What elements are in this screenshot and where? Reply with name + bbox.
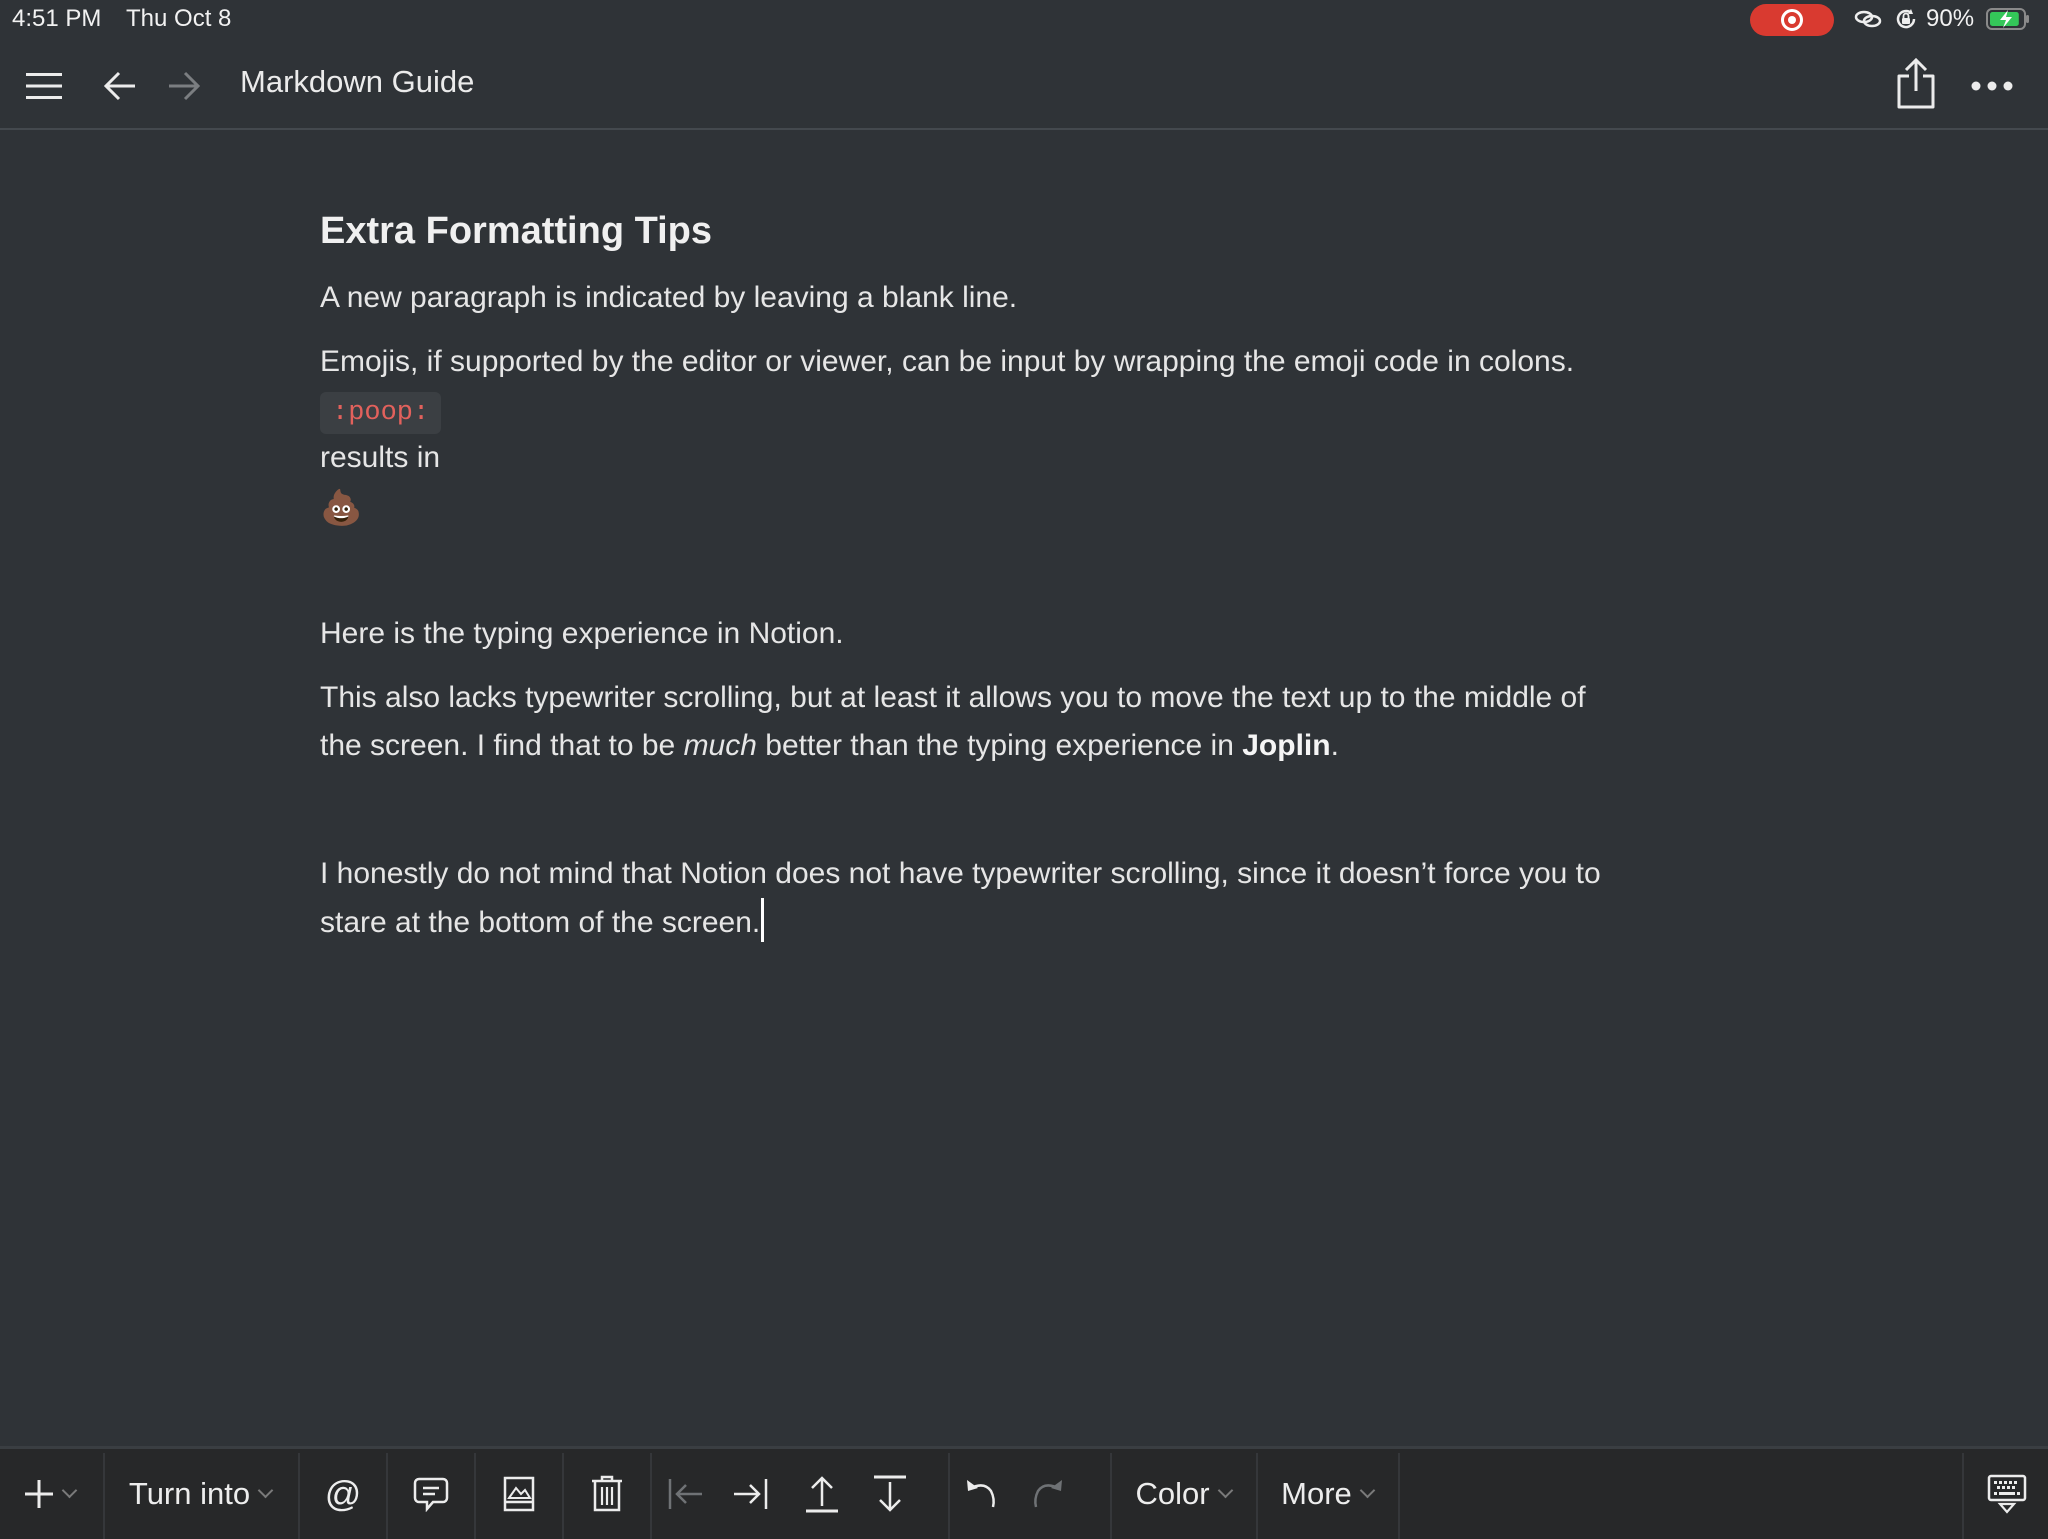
outdent-icon: [668, 1477, 704, 1511]
outdent-button[interactable]: [660, 1449, 712, 1539]
poop-emoji: 💩: [320, 489, 363, 527]
forward-button[interactable]: [160, 62, 208, 110]
text-run: stare at the bottom of the screen.: [320, 906, 761, 939]
status-time: 4:51 PM: [12, 5, 102, 32]
indent-button[interactable]: [724, 1449, 776, 1539]
battery-percent: 90%: [1926, 5, 1975, 32]
more-button[interactable]: More: [1258, 1449, 1396, 1539]
move-up-icon: [805, 1474, 839, 1514]
more-options-button[interactable]: [1968, 62, 2016, 110]
back-button[interactable]: [96, 62, 144, 110]
share-icon: [1895, 58, 1937, 110]
page-title: Markdown Guide: [240, 64, 475, 99]
chevron-down-icon: [257, 1482, 274, 1498]
turn-into-label: Turn into: [128, 1476, 251, 1511]
comment-button[interactable]: [388, 1449, 474, 1539]
add-block-button[interactable]: [14, 1449, 84, 1539]
move-up-button[interactable]: [796, 1449, 848, 1539]
toolbar-divider: [948, 1453, 950, 1539]
status-bar: 4:51 PM Thu Oct 8 90%: [0, 0, 2048, 40]
paragraph-typing-experience[interactable]: Here is the typing experience in Notion.: [320, 610, 844, 658]
insert-image-button[interactable]: [476, 1449, 562, 1539]
paragraph-line: This also lacks typewriter scrolling, bu…: [320, 681, 1586, 714]
share-button[interactable]: [1892, 54, 1940, 114]
redo-icon: [1031, 1477, 1065, 1511]
more-icon: [1970, 80, 2014, 92]
undo-icon: [964, 1477, 998, 1511]
toolbar-divider: [1398, 1453, 1400, 1539]
delete-block-button[interactable]: [564, 1449, 650, 1539]
paragraph-new-paragraph[interactable]: A new paragraph is indicated by leaving …: [320, 274, 1017, 322]
toolbar-divider: [650, 1453, 652, 1539]
undo-button[interactable]: [955, 1449, 1007, 1539]
paragraph-results-in[interactable]: results in: [320, 434, 440, 482]
paragraph-lacks-scrolling[interactable]: This also lacks typewriter scrolling, bu…: [320, 674, 1586, 770]
italic-text: much: [683, 729, 757, 762]
link-icon: [1853, 6, 1883, 32]
trash-icon: [591, 1475, 623, 1513]
battery-charging-icon: [1986, 8, 2030, 30]
image-icon: [503, 1476, 535, 1512]
rotation-lock-icon: [1893, 6, 1919, 32]
paragraph-line: stare at the bottom of the screen.: [320, 898, 1601, 947]
indent-icon: [732, 1477, 768, 1511]
section-heading[interactable]: Extra Formatting Tips: [320, 210, 712, 253]
comment-icon: [413, 1476, 449, 1512]
mention-button[interactable]: @: [300, 1449, 386, 1539]
plus-icon: [24, 1479, 54, 1509]
at-icon: @: [324, 1473, 362, 1514]
toolbar-divider: [1962, 1453, 1964, 1539]
chevron-down-icon: [61, 1482, 77, 1498]
paragraph-honestly[interactable]: I honestly do not mind that Notion does …: [320, 850, 1601, 947]
redo-button[interactable]: [1022, 1449, 1074, 1539]
move-down-icon: [873, 1474, 907, 1514]
forward-arrow-icon: [167, 70, 201, 102]
more-label: More: [1281, 1476, 1352, 1511]
turn-into-button[interactable]: Turn into: [110, 1449, 290, 1539]
paragraph-emojis[interactable]: Emojis, if supported by the editor or vi…: [320, 338, 1574, 386]
inline-code[interactable]: :poop:: [320, 392, 442, 434]
back-arrow-icon: [103, 70, 137, 102]
text-cursor: [761, 898, 765, 942]
text-run: better than the typing experience in: [756, 729, 1243, 762]
move-down-button[interactable]: [864, 1449, 916, 1539]
hide-keyboard-icon: [1987, 1474, 2027, 1514]
hide-keyboard-button[interactable]: [1966, 1449, 2048, 1539]
screen-recording-indicator[interactable]: [1750, 4, 1834, 36]
color-button[interactable]: Color: [1112, 1449, 1254, 1539]
chevron-down-icon: [1359, 1482, 1376, 1498]
text-run: .: [1330, 729, 1339, 762]
menu-button[interactable]: [20, 62, 68, 110]
paragraph-line: I honestly do not mind that Notion does …: [320, 857, 1601, 890]
text-run: the screen. I find that to be: [320, 729, 684, 762]
status-date: Thu Oct 8: [126, 5, 232, 32]
menu-icon: [25, 71, 63, 101]
record-icon: [1781, 9, 1803, 31]
nav-bar: Markdown Guide: [0, 44, 2048, 130]
bold-text: Joplin: [1242, 729, 1331, 762]
toolbar-divider: [103, 1453, 105, 1539]
paragraph-line: the screen. I find that to be much bette…: [320, 722, 1586, 770]
chevron-down-icon: [1217, 1482, 1233, 1498]
block-toolbar: Turn into @ Color More: [0, 1446, 2048, 1539]
color-label: Color: [1135, 1476, 1210, 1511]
